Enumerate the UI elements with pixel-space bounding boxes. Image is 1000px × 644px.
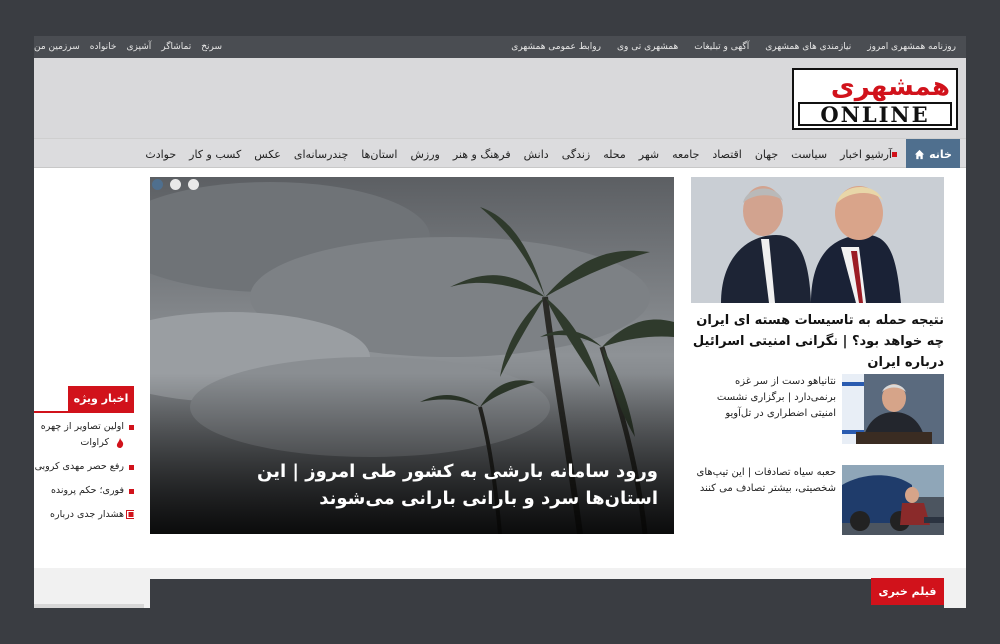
- top-link-tv[interactable]: همشهری تی وی: [617, 42, 678, 52]
- nav-home-label: خانه: [929, 147, 952, 161]
- top-links-right: روزنامه همشهری امروز نیازمندی های همشهری…: [511, 36, 956, 58]
- nav-item-incidents[interactable]: حوادث: [145, 148, 176, 161]
- fire-icon: [116, 437, 124, 448]
- slider-caption[interactable]: ورود سامانه بارشی به کشور طی امروز | این…: [188, 458, 658, 512]
- top-link-cooking[interactable]: آشپزی: [126, 42, 151, 52]
- special-news-item[interactable]: هشدار جدی درباره: [34, 508, 134, 522]
- top-link-tamashagar[interactable]: تماشاگر: [161, 42, 191, 52]
- nav-item-business[interactable]: کسب و کار: [189, 148, 241, 161]
- nav-item-science[interactable]: دانش: [524, 148, 549, 161]
- special-news-item[interactable]: رفع حصر مهدی کروبی: [34, 460, 134, 474]
- slider-dot[interactable]: [170, 179, 181, 190]
- nav-home[interactable]: خانه: [906, 139, 960, 169]
- top-links-left: سرنخ تماشاگر آشپزی خانواده سرزمین من: [34, 36, 222, 58]
- top-link-pr[interactable]: روابط عمومی همشهری: [511, 42, 601, 52]
- nav-item-society[interactable]: جامعه: [672, 148, 699, 161]
- top-link-family[interactable]: خانواده: [90, 42, 117, 52]
- site-logo[interactable]: همشهری ONLINE: [792, 68, 958, 130]
- nav-item-multimedia[interactable]: چندرسانه‌ای: [294, 148, 348, 161]
- nav-item-life[interactable]: زندگی: [562, 148, 591, 161]
- side-news-thumbnail[interactable]: [842, 374, 944, 444]
- top-link-newspaper[interactable]: روزنامه همشهری امروز: [867, 42, 956, 52]
- nav-item-culture[interactable]: فرهنگ و هنر: [453, 148, 511, 161]
- video-section-bar: [150, 579, 944, 608]
- nav-item-politics[interactable]: سیاست: [791, 148, 827, 161]
- bullet-icon: [129, 425, 134, 430]
- side-news-item[interactable]: حعبه سیاه تصادفات | این تیپ‌های شخصیتی، …: [691, 465, 944, 535]
- nav-item-provinces[interactable]: استان‌ها: [361, 148, 397, 161]
- logo-persian-text: همشهری: [830, 72, 951, 102]
- slider-dots: [150, 177, 199, 190]
- side-news-text[interactable]: نتانیاهو دست از سر غزه برنمی‌دارد | برگز…: [691, 374, 836, 422]
- featured-news-image[interactable]: [691, 177, 944, 303]
- special-news-text: کراوات: [80, 437, 109, 448]
- nav-item-world[interactable]: جهان: [755, 148, 778, 161]
- slider-dot[interactable]: [188, 179, 199, 190]
- side-news-text[interactable]: حعبه سیاه تصادفات | این تیپ‌های شخصیتی، …: [691, 465, 836, 497]
- side-news-thumbnail[interactable]: [842, 465, 944, 535]
- logo-english-text: ONLINE: [798, 102, 952, 127]
- nav-item-city[interactable]: شهر: [639, 148, 659, 161]
- special-news-text: رفع حصر مهدی کروبی: [34, 461, 124, 472]
- nav-item-economy[interactable]: اقتصاد: [712, 148, 741, 161]
- special-news-list: اولین تصاویر از چهره کراوات رفع حصر مهدی…: [34, 420, 134, 532]
- main-content: نتیجه حمله به تاسیسات هسته ای ایران چه خ…: [34, 168, 966, 608]
- special-news-divider: [34, 411, 134, 413]
- special-news-item[interactable]: کراوات: [34, 436, 134, 450]
- special-news-item[interactable]: اولین تصاویر از چهره: [34, 420, 134, 434]
- side-news-item[interactable]: نتانیاهو دست از سر غزه برنمی‌دارد | برگز…: [691, 374, 944, 444]
- top-link-ads[interactable]: آگهی و تبلیغات: [694, 42, 749, 52]
- browser-page: روزنامه همشهری امروز نیازمندی های همشهری…: [34, 36, 966, 608]
- special-news-text: فوری؛ حکم پرونده: [50, 485, 124, 496]
- special-news-heading[interactable]: اخبار ویژه: [68, 386, 134, 411]
- bullet-icon: [129, 489, 134, 494]
- film-icon: [126, 510, 134, 519]
- headline-slider[interactable]: ورود سامانه بارشی به کشور طی امروز | این…: [150, 177, 674, 534]
- site-header: همشهری ONLINE: [34, 58, 966, 138]
- nav-items: آرشیو اخبار سیاست جهان اقتصاد جامعه شهر …: [145, 139, 902, 169]
- home-icon: [914, 149, 925, 159]
- featured-photo-illustration: [691, 177, 944, 303]
- top-link-sarzamin[interactable]: سرزمین من: [34, 42, 80, 52]
- top-links-bar: روزنامه همشهری امروز نیازمندی های همشهری…: [34, 36, 966, 58]
- nav-item-sport[interactable]: ورزش: [410, 148, 439, 161]
- main-nav: خانه آرشیو اخبار سیاست جهان اقتصاد جامعه…: [34, 138, 966, 169]
- nav-item-neighborhood[interactable]: محله: [603, 148, 626, 161]
- special-news-text: اولین تصاویر از چهره: [40, 421, 124, 432]
- top-link-classifieds[interactable]: نیازمندی های همشهری: [765, 42, 851, 52]
- video-news-label[interactable]: فیلم خبری: [871, 578, 944, 605]
- accident-photo: [842, 465, 944, 535]
- slider-dot[interactable]: [152, 179, 163, 190]
- featured-news-title[interactable]: نتیجه حمله به تاسیسات هسته ای ایران چه خ…: [691, 310, 944, 373]
- nav-item-photo[interactable]: عکس: [254, 148, 281, 161]
- nav-item-archive[interactable]: آرشیو اخبار: [840, 148, 902, 161]
- bullet-icon: [129, 465, 134, 470]
- special-news-text: هشدار جدی درباره: [50, 509, 124, 520]
- special-news-item[interactable]: فوری؛ حکم پرونده: [34, 484, 134, 498]
- top-link-sarnakh[interactable]: سرنخ: [201, 42, 222, 52]
- netanyahu-photo: [842, 374, 944, 444]
- horizontal-scrollbar[interactable]: [34, 604, 144, 608]
